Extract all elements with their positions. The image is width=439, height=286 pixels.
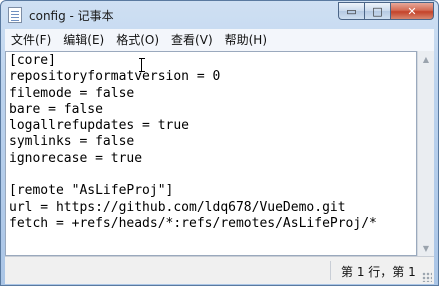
notepad-window: config - 记事本 ▭ □ ✕ 文件(F) 编辑(E) 格式(O) 查看(… [0,0,439,286]
scroll-up-icon[interactable]: ▲ [418,51,434,67]
editor-line: url = https://github.com/ldq678/VueDemo.… [9,199,346,215]
editor-line: fetch = +refs/heads/*:refs/remotes/AsLif… [9,215,377,231]
menu-bar: 文件(F) 编辑(E) 格式(O) 查看(V) 帮助(H) [5,29,434,52]
editor-line: bare = false [9,101,103,117]
window-title: config - 记事本 [29,9,114,23]
cursor-position: 第 1 行，第 1 [341,265,416,279]
caption-buttons: ▭ □ ✕ [338,2,434,20]
menu-file[interactable]: 文件(F) [5,29,57,51]
status-divider [330,261,331,280]
minimize-icon: ▭ [346,4,357,18]
editor-line: repositoryformatversion = 0 [9,69,221,85]
menu-format[interactable]: 格式(O) [110,29,165,51]
menu-help[interactable]: 帮助(H) [219,29,273,51]
notepad-icon[interactable] [8,7,22,23]
minimize-button[interactable]: ▭ [338,2,364,20]
status-bar: 第 1 行，第 1 [5,256,434,284]
editor-line: filemode = false [9,85,135,101]
menu-edit[interactable]: 编辑(E) [57,29,110,51]
maximize-icon: □ [372,4,383,18]
editor-line: [remote "AsLifeProj"] [9,183,174,199]
maximize-button[interactable]: □ [364,2,390,20]
editor-line: [core] [9,53,56,68]
text-editor[interactable]: [core] repositoryformatversion = 0 filem… [5,51,417,256]
title-bar[interactable]: config - 记事本 ▭ □ ✕ [1,1,438,29]
close-icon: ✕ [407,4,417,18]
vertical-scrollbar[interactable]: ▲ ▼ [417,51,434,256]
editor-line: symlinks = false [9,134,135,150]
editor-line: ignorecase = true [9,150,143,166]
editor-content[interactable]: [core] repositoryformatversion = 0 filem… [6,52,416,233]
menu-view[interactable]: 查看(V) [165,29,219,51]
scroll-down-icon[interactable]: ▼ [418,240,434,256]
ibeam-cursor-icon [139,58,145,72]
resize-grip-icon[interactable] [422,272,432,282]
close-button[interactable]: ✕ [390,2,434,20]
editor-line: logallrefupdates = true [9,118,190,134]
